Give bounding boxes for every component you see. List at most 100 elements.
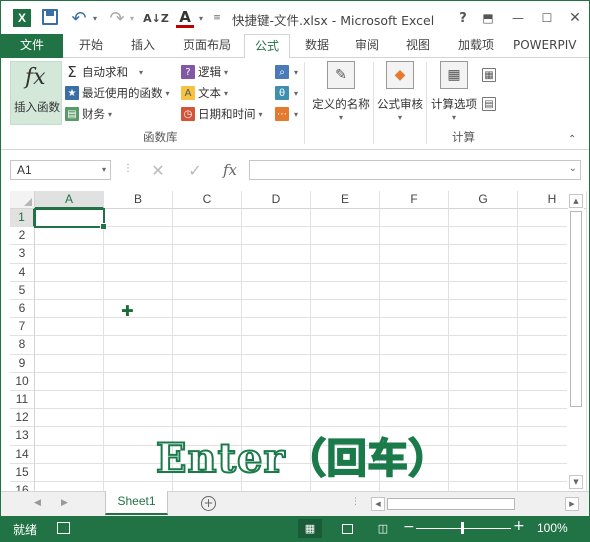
close-icon[interactable]: ✕	[564, 8, 586, 28]
row-header[interactable]: 12	[10, 409, 35, 428]
row-header[interactable]: 10	[10, 372, 35, 391]
column-header[interactable]: E	[311, 191, 380, 209]
ribbon: fx 插入函数 Σ 自动求和 ▾ ★ 最近使用的函数 ▾ ▤ 财务 ▾ ? 逻辑…	[1, 58, 589, 150]
zoom-slider-thumb[interactable]	[461, 522, 464, 534]
zoom-out-icon[interactable]: −	[403, 519, 415, 535]
customize-qat-icon[interactable]: ≡	[211, 9, 223, 27]
tab-view[interactable]: 视图	[394, 34, 442, 58]
grid-row-line	[35, 371, 567, 373]
normal-view-icon[interactable]: ▦	[298, 519, 322, 538]
text-button[interactable]: A 文本 ▾	[181, 84, 228, 102]
tab-formulas[interactable]: 公式	[244, 34, 290, 59]
scroll-down-icon[interactable]: ▼	[569, 475, 583, 489]
formula-bar-grip-icon[interactable]: ⋮	[123, 163, 133, 174]
math-trig-button[interactable]: θ ▾	[275, 84, 298, 102]
excel-logo-icon[interactable]: X	[13, 9, 31, 27]
row-header[interactable]: 14	[10, 445, 35, 464]
worksheet-grid[interactable]: ABCDEFGH 1 2 3 4 5 6 7 8 9 10 11 12 13 14 15 16 ✚ Enter…	[1, 188, 589, 491]
calculate-now-button[interactable]: ▦	[482, 66, 499, 84]
insert-function-fx-icon[interactable]: fx	[216, 160, 244, 180]
row-header[interactable]: 7	[10, 318, 35, 337]
ribbon-display-options-icon[interactable]: ⬒	[477, 8, 499, 28]
sort-icon[interactable]: A↓Z	[143, 9, 169, 27]
redo-dropdown-icon[interactable]: ▾	[127, 9, 137, 27]
formula-auditing-button[interactable]: ◆ 公式审核 ▾	[375, 61, 425, 122]
row-header[interactable]: 6	[10, 300, 35, 319]
row-header[interactable]: 4	[10, 263, 35, 282]
cancel-icon[interactable]: ✕	[144, 160, 172, 180]
sheet-tab-sheet1[interactable]: Sheet1	[105, 491, 168, 515]
page-layout-view-icon[interactable]	[335, 519, 359, 538]
prev-sheet-icon[interactable]: ◀	[34, 498, 41, 508]
tab-page-layout[interactable]: 页面布局	[171, 34, 243, 58]
horizontal-scroll-thumb[interactable]	[387, 498, 515, 510]
expand-formula-bar-icon[interactable]: ⌄	[569, 163, 577, 174]
chevron-down-icon: ▾	[397, 113, 402, 122]
select-all-button[interactable]	[10, 191, 35, 209]
logical-button[interactable]: ? 逻辑 ▾	[181, 63, 228, 81]
row-header[interactable]: 15	[10, 463, 35, 482]
tab-data[interactable]: 数据	[293, 34, 341, 58]
row-header[interactable]: 11	[10, 391, 35, 410]
active-cell-a1[interactable]	[34, 208, 107, 230]
horizontal-scrollbar[interactable]: ◀ ▶	[369, 496, 581, 512]
zoom-in-icon[interactable]: +	[513, 518, 525, 534]
more-functions-button[interactable]: ⋯ ▾	[275, 105, 298, 123]
calculation-options-button[interactable]: ▦ 计算选项 ▾	[429, 61, 479, 122]
redo-icon[interactable]: ↷	[107, 8, 127, 29]
formula-input[interactable]: ⌄	[249, 160, 581, 180]
enter-check-icon[interactable]: ✓	[181, 160, 209, 180]
macro-record-icon[interactable]	[57, 522, 70, 534]
row-header[interactable]: 1	[10, 209, 35, 228]
add-sheet-icon[interactable]: +	[201, 496, 216, 511]
column-header[interactable]: C	[173, 191, 242, 209]
autosum-button[interactable]: Σ 自动求和 ▾	[65, 63, 143, 81]
column-header[interactable]: B	[104, 191, 173, 209]
page-break-view-icon[interactable]: ◫	[371, 519, 395, 538]
row-header[interactable]: 5	[10, 281, 35, 300]
minimize-icon[interactable]: —	[507, 8, 529, 28]
insert-function-button[interactable]: fx 插入函数	[10, 61, 62, 125]
next-sheet-icon[interactable]: ▶	[61, 498, 68, 508]
undo-icon[interactable]: ↶	[69, 8, 89, 29]
financial-button[interactable]: ▤ 财务 ▾	[65, 105, 112, 123]
row-header[interactable]: 8	[10, 336, 35, 355]
chevron-down-icon: ▾	[165, 88, 170, 98]
tab-insert[interactable]: 插入	[119, 34, 167, 58]
name-box[interactable]: A1 ▾	[10, 160, 111, 180]
tab-home[interactable]: 开始	[67, 34, 115, 58]
tab-add-ins[interactable]: 加载项	[445, 34, 507, 58]
column-header[interactable]: F	[380, 191, 449, 209]
help-icon[interactable]: ?	[452, 8, 474, 28]
tab-review[interactable]: 审阅	[343, 34, 391, 58]
tab-powerpivot[interactable]: POWERPIV	[513, 34, 589, 58]
scroll-right-icon[interactable]: ▶	[565, 497, 579, 511]
row-header[interactable]: 2	[10, 227, 35, 246]
recently-used-button[interactable]: ★ 最近使用的函数 ▾	[65, 84, 170, 102]
undo-dropdown-icon[interactable]: ▾	[90, 9, 100, 27]
lookup-reference-button[interactable]: ⌕ ▾	[275, 63, 298, 81]
defined-names-button[interactable]: ✎ 定义的名称 ▾	[310, 61, 372, 122]
vertical-scrollbar[interactable]: ▲ ▼	[568, 191, 584, 491]
column-header[interactable]: D	[242, 191, 311, 209]
tab-split-grip-icon[interactable]: ⋮	[351, 497, 360, 507]
save-icon[interactable]	[42, 9, 58, 25]
row-header[interactable]: 13	[10, 427, 35, 446]
financial-label: 财务	[82, 107, 105, 121]
font-color-icon[interactable]: A	[176, 9, 194, 28]
scroll-left-icon[interactable]: ◀	[371, 497, 385, 511]
row-header[interactable]: 16	[10, 482, 35, 491]
calculate-sheet-button[interactable]: ▤	[482, 95, 499, 113]
scroll-up-icon[interactable]: ▲	[569, 194, 583, 208]
column-header[interactable]: A	[35, 191, 104, 209]
tab-file[interactable]: 文件	[1, 34, 63, 58]
font-color-dropdown-icon[interactable]: ▾	[196, 9, 206, 27]
zoom-level[interactable]: 100%	[537, 521, 568, 535]
collapse-ribbon-icon[interactable]: ⌃	[568, 134, 576, 145]
vertical-scroll-thumb[interactable]	[570, 211, 582, 407]
maximize-icon[interactable]: ☐	[536, 8, 558, 28]
row-header[interactable]: 3	[10, 245, 35, 264]
column-header[interactable]: G	[449, 191, 518, 209]
date-time-button[interactable]: ◷ 日期和时间 ▾	[181, 105, 263, 123]
row-header[interactable]: 9	[10, 354, 35, 373]
